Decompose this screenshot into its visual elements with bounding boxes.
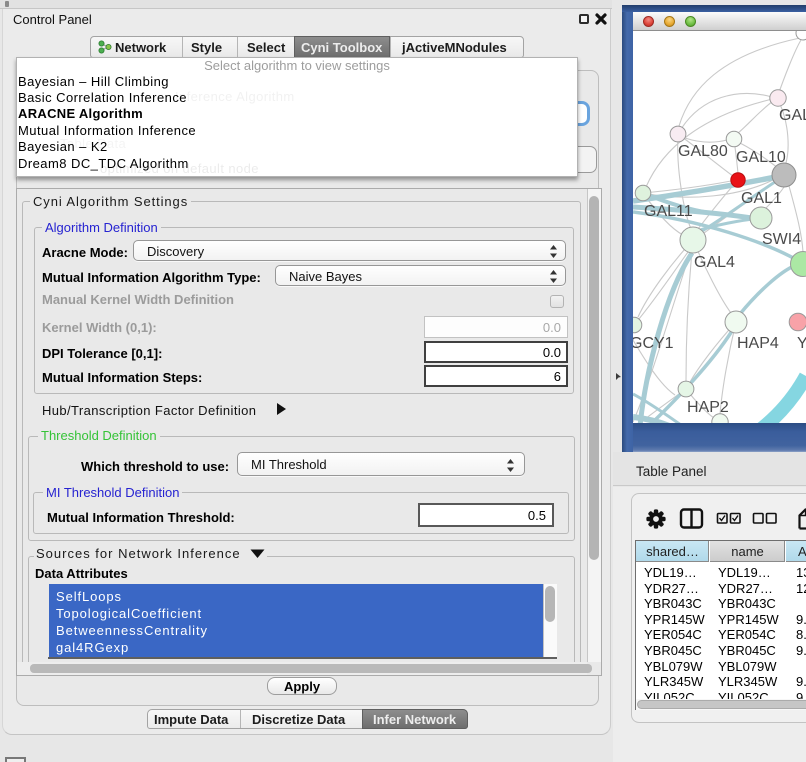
svg-text:GCY1: GCY1 xyxy=(633,335,674,352)
svg-text:GAL2: GAL2 xyxy=(779,107,806,124)
svg-text:GAL10: GAL10 xyxy=(736,149,786,166)
svg-text:GAL11: GAL11 xyxy=(644,203,693,220)
svg-text:GAL80: GAL80 xyxy=(678,143,728,160)
svg-text:HAP4: HAP4 xyxy=(737,335,779,352)
svg-text:HAP2: HAP2 xyxy=(687,399,729,416)
svg-text:SWI4: SWI4 xyxy=(762,231,801,248)
svg-text:GAL1: GAL1 xyxy=(741,190,782,207)
svg-text:GAL4: GAL4 xyxy=(694,254,735,271)
svg-text:YE: YE xyxy=(797,335,806,352)
